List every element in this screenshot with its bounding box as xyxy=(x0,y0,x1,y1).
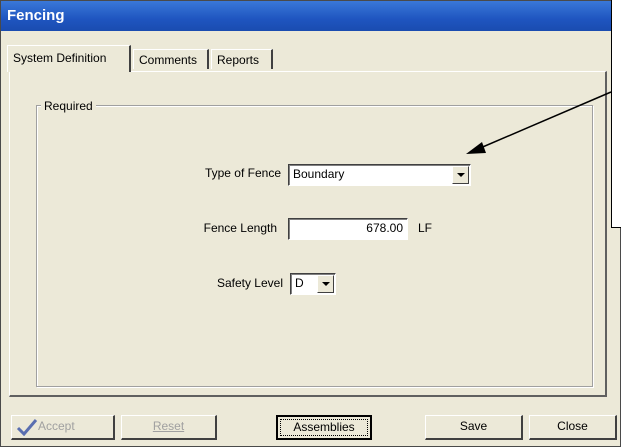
tab-reports[interactable]: Reports xyxy=(211,49,273,69)
tab-system-definition[interactable]: System Definition xyxy=(7,45,131,72)
accept-button-label: Accept xyxy=(38,419,75,433)
safety-level-value: D xyxy=(295,276,304,290)
checkmark-icon xyxy=(16,418,38,437)
tab-comments[interactable]: Comments xyxy=(133,49,209,69)
safety-level-select[interactable]: D xyxy=(290,273,336,295)
required-group-legend: Required xyxy=(41,99,96,113)
type-of-fence-label: Type of Fence xyxy=(204,166,281,180)
close-button[interactable]: Close xyxy=(529,415,617,440)
type-of-fence-value: Boundary xyxy=(293,167,345,181)
required-group xyxy=(36,105,593,387)
chevron-down-icon xyxy=(321,282,330,286)
accept-button[interactable]: Accept xyxy=(11,415,115,440)
chevron-down-icon xyxy=(456,173,465,177)
type-of-fence-select[interactable]: Boundary xyxy=(288,164,471,186)
reset-button-label: Reset xyxy=(152,419,185,433)
save-button-label: Save xyxy=(459,419,488,433)
reset-button[interactable]: Reset xyxy=(121,415,217,440)
callout-box xyxy=(611,0,621,228)
safety-level-label: Safety Level xyxy=(216,276,283,290)
fencing-window: Fencing System Definition Comments Repor… xyxy=(0,0,621,447)
save-button[interactable]: Save xyxy=(425,415,523,440)
fence-length-label: Fence Length xyxy=(203,221,277,235)
type-of-fence-dropdown-button[interactable] xyxy=(452,166,469,184)
assemblies-button-label: Assemblies xyxy=(293,420,355,434)
close-button-label: Close xyxy=(557,419,588,433)
safety-level-dropdown-button[interactable] xyxy=(317,275,334,293)
window-title: Fencing xyxy=(1,1,620,31)
fence-length-unit: LF xyxy=(418,221,433,235)
fence-length-input[interactable]: 678.00 xyxy=(288,218,408,240)
assemblies-button[interactable]: Assemblies xyxy=(276,415,372,440)
